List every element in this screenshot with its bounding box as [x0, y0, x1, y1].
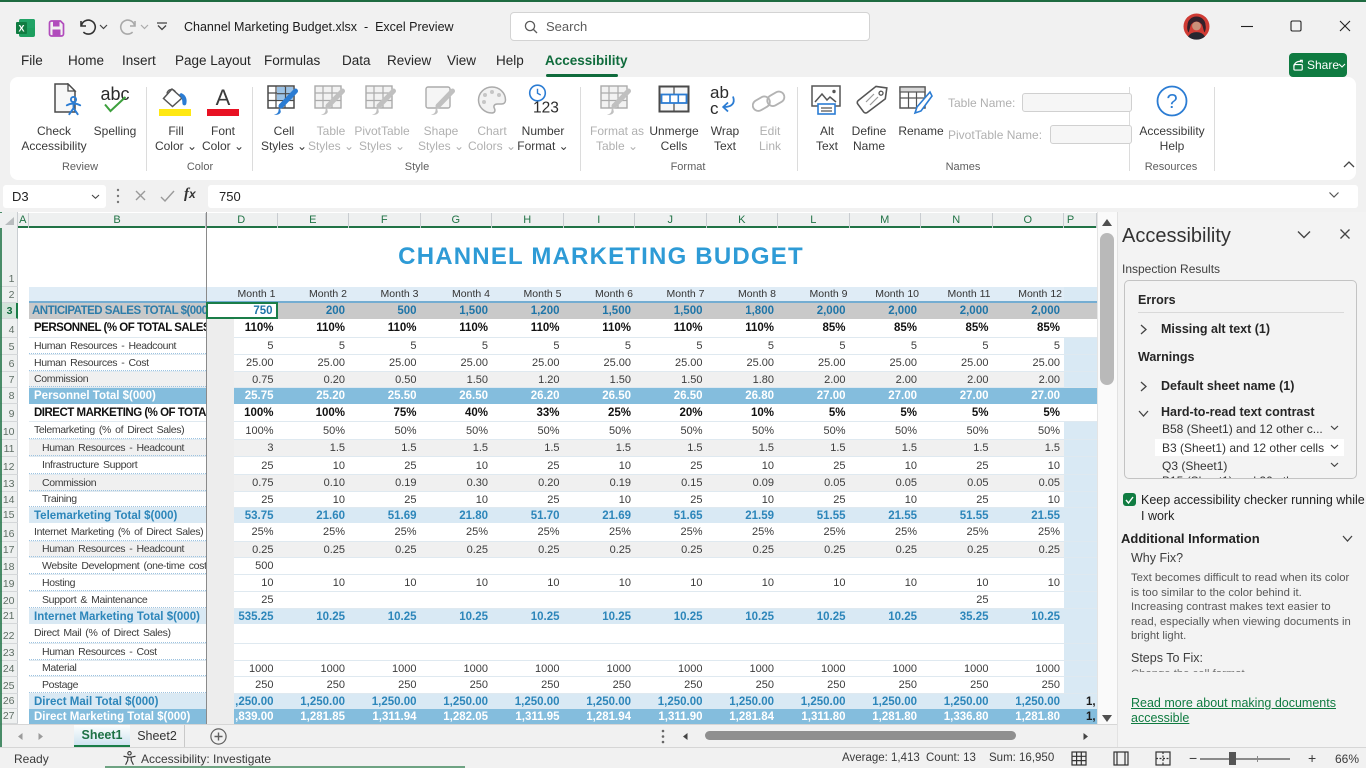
svg-text:?: ? [1166, 91, 1177, 113]
svg-text:c: c [710, 99, 719, 118]
svg-text:A: A [216, 86, 231, 110]
svg-text:abc: abc [100, 85, 129, 104]
svg-text:X: X [18, 24, 24, 34]
svg-text:123: 123 [533, 100, 559, 117]
